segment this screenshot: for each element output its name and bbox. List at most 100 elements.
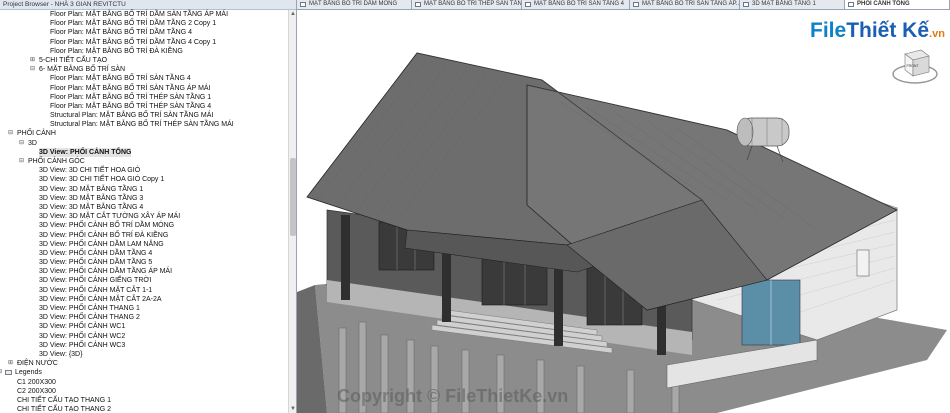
tree-item[interactable]: 3D View: PHỐI CẢNH BỐ TRÍ ĐÀ KIỀNG — [0, 231, 288, 240]
scroll-down-arrow-icon[interactable]: ▼ — [289, 405, 296, 413]
collapse-toggle-icon[interactable]: ⊟ — [7, 129, 14, 138]
tree-item-label: Floor Plan: MẶT BẰNG BỐ TRÍ ĐÀ KIỀNG — [50, 47, 183, 55]
tree-item[interactable]: 3D View: PHỐI CẢNH MẶT CẮT 1-1 — [0, 286, 288, 295]
tree-item-label: 3D View: PHỐI CẢNH THANG 2 — [39, 314, 140, 322]
project-browser: Project Browser - NHÀ 3 GIAN REVITCTU Fl… — [0, 0, 297, 413]
tree-item[interactable]: 3D View: PHỐI CẢNH THANG 2 — [0, 313, 288, 322]
view-tab[interactable]: MẶT BẰNG BỐ TRÍ SÀN TẦNG ÁP... — [630, 0, 740, 9]
tree-item[interactable]: 3D View: 3D CHI TIẾT HOA GIÓ Copy 1 — [0, 175, 288, 184]
tree-item[interactable]: 3D View: PHỐI CẢNH WC1 — [0, 322, 288, 331]
tree-item[interactable]: 3D View: PHỐI CẢNH MẶT CẮT 2A-2A — [0, 295, 288, 304]
view-tab-icon — [848, 2, 854, 7]
tree-item[interactable]: 3D View: PHỐI CẢNH DẦM TẦNG 4 — [0, 249, 288, 258]
tree-item-label: 3D — [28, 139, 37, 147]
tree-item[interactable]: 3D View: PHỐI CẢNH WC2 — [0, 332, 288, 341]
expand-toggle-icon[interactable]: ⊞ — [7, 359, 14, 368]
tree-item[interactable]: Floor Plan: MẶT BẰNG BỐ TRÍ DẦM SÀN TẦNG… — [0, 10, 288, 19]
collapse-toggle-icon[interactable]: ⊟ — [29, 65, 36, 74]
tree-item[interactable]: 3D View: PHỐI CẢNH DẦM TẦNG 5 — [0, 258, 288, 267]
tree-group[interactable]: ⊞ 5-CHI TIẾT CẤU TẠO — [0, 56, 288, 65]
tree-item[interactable]: 3D View: PHỐI CẢNH BỐ TRÍ DẦM MÓNG — [0, 221, 288, 230]
tree-item[interactable]: C1 200X300 — [0, 378, 288, 387]
tree-item[interactable]: CHI TIẾT CẤU TẠO THANG 1 — [0, 396, 288, 405]
tree-item[interactable]: 3D View: 3D MẶT BẰNG TẦNG 4 — [0, 203, 288, 212]
tree-item[interactable]: 3D View: PHỐI CẢNH DẦM TẦNG ÁP MÁI — [0, 267, 288, 276]
tree-item[interactable]: Floor Plan: MẶT BẰNG BỐ TRÍ DẦM TẦNG 2 C… — [0, 19, 288, 28]
copyright-watermark: Copyright © FileThietKe.vn — [337, 386, 569, 406]
project-browser-title: Project Browser - NHÀ 3 GIAN REVITCTU — [0, 0, 296, 10]
tree-item-label: 3D View: PHỐI CẢNH DẦM LAM NĂNG — [39, 240, 164, 248]
tree-item[interactable]: 3D View: PHỐI CẢNH THANG 1 — [0, 304, 288, 313]
view-tab-icon — [300, 2, 306, 7]
tree-item-label: 3D View: PHỐI CẢNH TỔNG — [39, 147, 132, 158]
tree-item-label: Structural Plan: MẶT BẰNG BỐ TRÍ SÀN TẦN… — [50, 112, 214, 120]
tree-item-label: 3D View: PHỐI CẢNH DẦM TẦNG 5 — [39, 259, 153, 267]
tree-item-label: 3D View: 3D MẶT BẰNG TẦNG 3 — [39, 194, 144, 202]
tree-item-label: C1 200X300 — [17, 378, 56, 386]
tree-item[interactable]: 3D View: 3D MẶT BẰNG TẦNG 3 — [0, 194, 288, 203]
tree-item[interactable]: Floor Plan: MẶT BẰNG BỐ TRÍ SÀN TẦNG ÁP … — [0, 84, 288, 93]
tree-item[interactable]: Floor Plan: MẶT BẰNG BỐ TRÍ DẦM TẦNG 4 C… — [0, 38, 288, 47]
tree-item[interactable]: 3D View: 3D CHI TIẾT HOA GIÓ — [0, 166, 288, 175]
view-tab-label: MẶT BẰNG BỐ TRÍ SÀN TẦNG ÁP... — [642, 1, 740, 7]
scroll-up-arrow-icon[interactable]: ▲ — [289, 10, 296, 18]
tree-item[interactable]: 3D View: PHỐI CẢNH WC3 — [0, 341, 288, 350]
view-tab[interactable]: MẶT BẰNG BỐ TRÍ DẦM MÓNG — [297, 0, 412, 9]
tree-item[interactable]: 3D View: PHỐI CẢNH GIẾNG TRỜI — [0, 276, 288, 285]
tree-item-label: 3D View: PHỐI CẢNH MẶT CẮT 1-1 — [39, 286, 153, 294]
tree-item-label: 3D View: 3D MẶT BẰNG TẦNG 1 — [39, 185, 144, 193]
tree-group[interactable]: ⊟ 3D — [0, 139, 288, 148]
tree-item[interactable]: Structural Plan: MẶT BẰNG BỐ TRÍ THÉP SÀ… — [0, 120, 288, 129]
scroll-thumb[interactable] — [290, 158, 296, 236]
view-tabs: MẶT BẰNG BỐ TRÍ DẦM MÓNG MẶT BẰNG BỐ TRÍ … — [297, 0, 950, 10]
tree-item[interactable]: CHI TIẾT CẤU TẠO THANG 2 — [0, 405, 288, 413]
house-3d-model[interactable] — [297, 10, 950, 413]
tree-item-label: 3D View: PHỐI CẢNH DẦM TẦNG 4 — [39, 249, 153, 257]
viewcube-face-label: FRONT — [907, 64, 920, 68]
tree-item[interactable]: 3D View: 3D MẶT BẰNG TẦNG 1 — [0, 185, 288, 194]
collapse-toggle-icon[interactable]: ⊟ — [0, 368, 3, 377]
tree-item[interactable]: 3D View: PHỐI CẢNH TỔNG — [0, 147, 288, 158]
view-tab-label: MẶT BẰNG BỐ TRÍ THÉP SÀN TẦN... — [424, 1, 522, 7]
collapse-toggle-icon[interactable]: ⊟ — [18, 139, 25, 148]
tree-item-label: PHỐI CẢNH — [17, 130, 56, 138]
viewcube-icon[interactable]: FRONT — [891, 44, 939, 86]
tree-group[interactable]: ⊟ PHỐI CẢNH — [0, 129, 288, 138]
browser-scrollbar[interactable]: ▲ ▼ — [288, 10, 296, 413]
tree-item-label: 3D View: PHỐI CẢNH THANG 1 — [39, 305, 140, 312]
view-tab-label: 3D MẶT BẰNG TẦNG 1 — [752, 1, 816, 7]
tree-item[interactable]: 3D View: PHỐI CẢNH DẦM LAM NĂNG — [0, 240, 288, 249]
tree-item[interactable]: Floor Plan: MẶT BẰNG BỐ TRÍ THÉP SÀN TẦN… — [0, 102, 288, 111]
tree-item[interactable]: 3D View: 3D MẶT CẮT TƯỜNG XÂY ÁP MÁI — [0, 212, 288, 221]
tree-item-label: Structural Plan: MẶT BẰNG BỐ TRÍ THÉP SÀ… — [50, 121, 234, 129]
tree-item-label: Floor Plan: MẶT BẰNG BỐ TRÍ DẦM TẦNG 4 — [50, 29, 192, 37]
tree-item[interactable]: C2 200X300 — [0, 387, 288, 396]
3d-viewport[interactable]: FileThiết Kế.vn FRONT Copyright © FileTh… — [297, 10, 950, 413]
view-tab[interactable]: MẶT BẰNG BỐ TRÍ SÀN TẦNG 4 — [522, 0, 630, 9]
tree-item[interactable]: Floor Plan: MẶT BẰNG BỐ TRÍ ĐÀ KIỀNG — [0, 47, 288, 56]
view-tab[interactable]: 3D MẶT BẰNG TẦNG 1 — [740, 0, 845, 9]
legend-icon — [5, 370, 12, 376]
view-tab[interactable]: PHỐI CẢNH TỔNG — [845, 0, 950, 9]
tree-item[interactable]: 3D View: {3D} — [0, 350, 288, 359]
view-tab-label: MẶT BẰNG BỐ TRÍ DẦM MÓNG — [309, 1, 398, 7]
tree-item[interactable]: Floor Plan: MẶT BẰNG BỐ TRÍ SÀN TẦNG 4 — [0, 74, 288, 83]
view-tab-label: PHỐI CẢNH TỔNG — [857, 1, 910, 7]
tree-group[interactable]: ⊟ PHỐI CẢNH GÓC — [0, 157, 288, 166]
filethietke-logo: FileThiết Kế.vn — [810, 19, 945, 43]
tree-item[interactable]: Structural Plan: MẶT BẰNG BỐ TRÍ SÀN TẦN… — [0, 111, 288, 120]
collapse-toggle-icon[interactable]: ⊟ — [18, 157, 25, 166]
tree-item[interactable]: Floor Plan: MẶT BẰNG BỐ TRÍ DẦM TẦNG 4 — [0, 28, 288, 37]
tree-item-label: PHỐI CẢNH GÓC — [28, 158, 85, 165]
tree-item[interactable]: Floor Plan: MẶT BẰNG BỐ TRÍ THÉP SÀN TẦN… — [0, 93, 288, 102]
tree-group[interactable]: ⊟ Legends — [0, 368, 288, 377]
view-tab-icon — [525, 2, 531, 7]
tree-item-label: Floor Plan: MẶT BẰNG BỐ TRÍ DẦM SÀN TẦNG… — [50, 11, 229, 18]
tree-item-label: 3D View: 3D CHI TIẾT HOA GIÓ Copy 1 — [39, 176, 165, 184]
view-tab[interactable]: MẶT BẰNG BỐ TRÍ THÉP SÀN TẦN... — [412, 0, 522, 9]
tree-item-label: 6- MẶT BẰNG BỐ TRÍ SÀN — [39, 66, 126, 74]
tree-group[interactable]: ⊞ ĐIỆN NƯỚC — [0, 359, 288, 368]
tree-item-label: Floor Plan: MẶT BẰNG BỐ TRÍ SÀN TẦNG 4 — [50, 75, 191, 83]
expand-toggle-icon[interactable]: ⊞ — [29, 56, 36, 65]
tree-group[interactable]: ⊟ 6- MẶT BẰNG BỐ TRÍ SÀN — [0, 65, 288, 74]
